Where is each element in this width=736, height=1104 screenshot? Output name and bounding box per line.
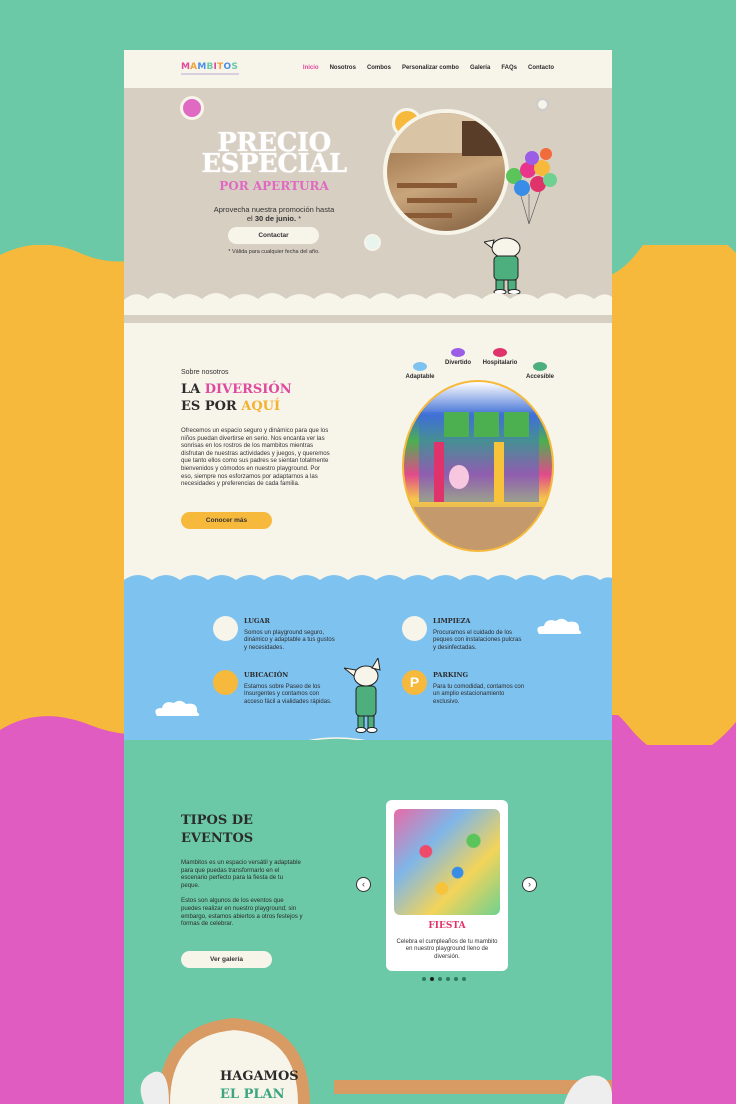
feature-accesible: Accesible (520, 362, 560, 380)
cloud-divider (124, 293, 612, 315)
ubicacion-icon (213, 670, 238, 695)
events-title-line2: EVENTOS (181, 831, 254, 846)
carousel-next-button[interactable]: › (522, 877, 537, 892)
nav-link-contacto[interactable]: Contacto (528, 65, 554, 71)
event-card-body: Celebra el cumpleaños de tu mambito en n… (396, 939, 498, 960)
brick-arch (140, 1017, 612, 1104)
service-limpieza-title: LIMPIEZA (433, 617, 471, 625)
about-title-word4: AQUÍ (241, 399, 281, 414)
nav-link-nosotros[interactable]: Nosotros (330, 65, 356, 71)
events-body-p1: Mambitos es un espacio versátil y adapta… (181, 859, 301, 889)
carousel-dot[interactable] (454, 977, 458, 981)
logo[interactable]: MAMBITOS (181, 62, 238, 72)
carousel-dot-active[interactable] (430, 977, 434, 981)
feature-adaptable: Adaptable (400, 362, 440, 380)
nav-link-combos[interactable]: Combos (367, 65, 391, 71)
about-title-word2: DIVERSIÓN (204, 382, 292, 397)
hero-text-suffix: * (296, 214, 302, 223)
nav-link-personalizar-combo[interactable]: Personalizar combo (402, 65, 459, 71)
hero-text: Aprovecha nuestra promoción hasta el 30 … (210, 205, 338, 223)
event-card-title: FIESTA (428, 921, 466, 931)
service-lugar-title: LUGAR (244, 617, 270, 625)
adaptable-icon (413, 362, 427, 371)
feature-divertido: Divertido (438, 348, 478, 366)
nav-link-inicio[interactable]: Inicio (303, 65, 319, 71)
event-card[interactable]: FIESTA Celebra el cumpleaños de tu mambi… (386, 800, 508, 971)
ver-galeria-button[interactable]: Ver galería (181, 951, 272, 968)
feature-adaptable-label: Adaptable (405, 374, 435, 380)
service-parking-title: PARKING (433, 671, 469, 679)
bottom-title-line2: EL PLAN (220, 1087, 285, 1102)
carousel-prev-button[interactable]: ‹ (356, 877, 371, 892)
logo-tagline (181, 73, 239, 75)
service-ubicacion-body: Estamos sobre Paseo de los Insurgentes y… (244, 684, 332, 705)
service-ubicacion-title: UBICACIÓN (244, 671, 289, 679)
cloud-icon (155, 700, 200, 716)
accesible-icon (533, 362, 547, 371)
bubble-mint (364, 234, 381, 251)
divertido-icon (451, 348, 465, 357)
feature-hospitalario-label: Hospitalario (482, 360, 518, 366)
limpieza-icon (402, 616, 427, 641)
bubble-pink (180, 96, 204, 120)
events-title: TIPOS DE EVENTOS (181, 812, 253, 848)
carousel-dot[interactable] (446, 977, 450, 981)
carousel-dot[interactable] (422, 977, 426, 981)
hospitalario-icon (493, 348, 507, 357)
about-body: Ofrecemos un espacio seguro y dinámico p… (181, 427, 330, 488)
events-body: Mambitos es un espacio versátil y adapta… (181, 859, 303, 928)
carousel-dot[interactable] (438, 977, 442, 981)
service-parking-body: Para tu comodidad, contamos con un ampli… (433, 684, 525, 705)
hero-text-date: 30 de junio. (254, 214, 297, 223)
feature-accesible-label: Accesible (525, 374, 555, 380)
service-lugar-body: Somos un playground seguro, dinámico y a… (244, 630, 335, 651)
carousel-dot[interactable] (462, 977, 466, 981)
top-nav: MAMBITOS Inicio Nosotros Combos Personal… (124, 50, 612, 88)
hero-title-line2: ESPECIAL (201, 149, 347, 179)
hero-note: * Válida para cualquier fecha del año. (228, 249, 320, 255)
service-limpieza-body: Procuramos el cuidado de los peques con … (433, 630, 522, 651)
about-title-word1: LA (181, 382, 205, 397)
nav-link-faqs[interactable]: FAQs (501, 65, 517, 71)
about-title-word3: ES POR (181, 399, 242, 414)
bubble-white (536, 98, 549, 111)
conocer-mas-button[interactable]: Conocer más (181, 512, 272, 529)
nav-link-galeria[interactable]: Galería (470, 65, 490, 71)
about-label: Sobre nosotros (181, 369, 229, 376)
bottom-title: HAGAMOS EL PLAN (220, 1068, 299, 1104)
playground-photo-illustration (404, 412, 552, 550)
events-body-p2: Estos son algunos de los eventos que pue… (181, 897, 303, 928)
parking-icon: P (402, 670, 427, 695)
lugar-icon (213, 616, 238, 641)
mascot-with-balloons (484, 148, 557, 294)
contactar-button[interactable]: Contactar (228, 227, 319, 244)
hero-subtitle: POR APERTURA (219, 179, 329, 193)
cloud-icon (537, 618, 582, 634)
events-title-line1: TIPOS DE (181, 813, 253, 828)
feature-hospitalario: Hospitalario (478, 348, 522, 366)
about-title: LA DIVERSIÓN ES POR AQUÍ (181, 381, 292, 415)
hero-title: PRECIO ESPECIAL (190, 130, 358, 179)
playground-photo (402, 380, 554, 552)
website-page: MAMBITOS Inicio Nosotros Combos Personal… (124, 50, 612, 1104)
nav-links: Inicio Nosotros Combos Personalizar comb… (303, 65, 554, 71)
event-card-photo (394, 809, 500, 915)
carousel-dots (422, 977, 466, 981)
bottom-title-line1: HAGAMOS (220, 1069, 299, 1084)
feature-divertido-label: Divertido (444, 360, 471, 366)
